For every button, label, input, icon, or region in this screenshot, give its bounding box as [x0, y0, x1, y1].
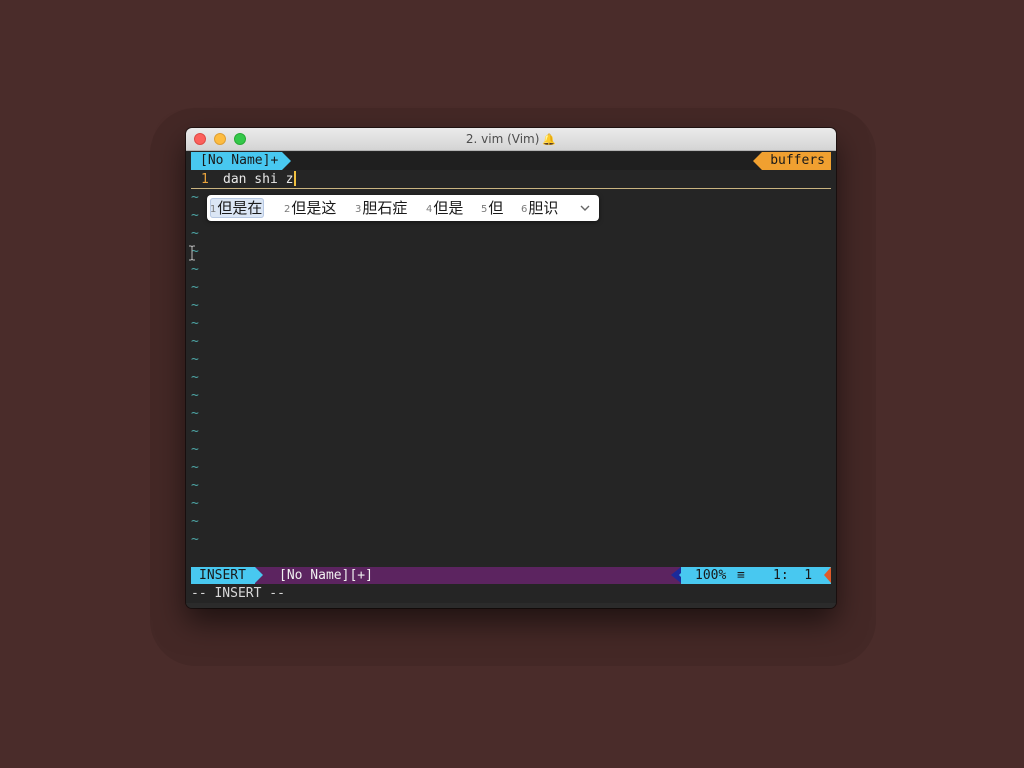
line-text: dan shi z	[223, 172, 294, 187]
empty-line-tilde: ~	[191, 370, 199, 385]
chevron-down-icon[interactable]	[579, 199, 591, 217]
ime-candidate-4[interactable]: 4但是	[426, 198, 463, 218]
empty-line-tilde: ~	[191, 334, 199, 349]
empty-line-tilde: ~	[191, 190, 199, 205]
statusline-position-block: 100% ≡ 1: 1	[671, 567, 823, 584]
empty-line-tilde: ~	[191, 514, 199, 529]
candidate-index: 2	[284, 204, 291, 215]
empty-line-tilde: ~	[191, 460, 199, 475]
terminal-window: 2. vim (Vim) 🔔 [No Name]+ buffers 1 dan s…	[186, 128, 836, 608]
statusline-end-warning	[823, 567, 831, 584]
empty-line-tilde: ~	[191, 478, 199, 493]
lines-icon: ≡	[737, 568, 745, 583]
vim-terminal[interactable]: [No Name]+ buffers 1 dan shi z ~ ~ ~ ~ ~ ~ ~ ~ ~…	[186, 151, 836, 608]
current-edit-line[interactable]: 1 dan shi z	[191, 171, 831, 189]
ime-candidate-5[interactable]: 5但	[481, 198, 503, 218]
candidate-index: 5	[481, 204, 488, 215]
empty-line-tilde: ~	[191, 226, 199, 241]
candidate-index: 6	[521, 204, 528, 215]
candidate-text: 但是	[433, 199, 464, 217]
window-title: 2. vim (Vim) 🔔	[186, 128, 836, 151]
mode-indicator: INSERT	[191, 567, 263, 584]
ibeam-cursor-icon	[189, 245, 195, 261]
ime-candidate-1[interactable]: 1但是在	[210, 198, 265, 218]
empty-line-tilde: ~	[191, 298, 199, 313]
ime-candidate-3[interactable]: 3胆石症	[355, 198, 407, 218]
candidate-text: 胆石症	[362, 199, 408, 217]
window-bottom-edge	[186, 603, 836, 608]
ime-candidate-2[interactable]: 2但是这	[284, 198, 336, 218]
buffers-label: buffers	[753, 152, 831, 170]
candidate-text: 但	[488, 199, 504, 217]
vim-command-line: -- INSERT --	[191, 586, 285, 601]
empty-line-tilde: ~	[191, 316, 199, 331]
title-bar[interactable]: 2. vim (Vim) 🔔	[186, 128, 836, 151]
statusline-filename: [No Name][+]	[279, 568, 373, 583]
empty-line-tilde: ~	[191, 442, 199, 457]
candidate-text: 胆识	[528, 199, 559, 217]
vim-statusline: INSERT [No Name][+] 100% ≡ 1: 1	[191, 567, 831, 584]
candidate-index: 4	[426, 204, 433, 215]
candidate-text: 但是这	[291, 199, 337, 217]
line-number: 1	[201, 172, 209, 187]
text-cursor	[294, 171, 297, 186]
bell-icon: 🔔	[542, 133, 557, 146]
empty-line-tilde: ~	[191, 406, 199, 421]
vim-tabline: [No Name]+ buffers	[191, 152, 831, 170]
scroll-percent: 100%	[695, 568, 727, 583]
candidate-index: 3	[355, 204, 362, 215]
empty-line-tilde: ~	[191, 280, 199, 295]
empty-line-tilde: ~	[191, 424, 199, 439]
empty-line-tilde: ~	[191, 496, 199, 511]
empty-line-tilde: ~	[191, 532, 199, 547]
empty-line-tilde: ~	[191, 262, 199, 277]
empty-line-tilde: ~	[191, 388, 199, 403]
line-content[interactable]: dan shi z	[223, 171, 297, 188]
candidate-text: 但是在	[217, 199, 263, 217]
ime-candidate-6[interactable]: 6胆识	[521, 198, 558, 218]
empty-line-tilde: ~	[191, 208, 199, 223]
tab-no-name[interactable]: [No Name]+	[191, 152, 292, 170]
empty-line-markers: ~ ~ ~ ~ ~ ~ ~ ~ ~ ~ ~ ~ ~ ~ ~ ~ ~ ~ ~ ~	[191, 189, 203, 549]
candidate-index: 1	[210, 204, 217, 215]
cursor-position: 1: 1	[773, 568, 813, 583]
empty-line-tilde: ~	[191, 352, 199, 367]
window-title-text: 2. vim (Vim)	[465, 132, 540, 146]
ime-candidate-bar: 1但是在 2但是这 3胆石症 4但是 5但 6胆识	[207, 195, 599, 221]
